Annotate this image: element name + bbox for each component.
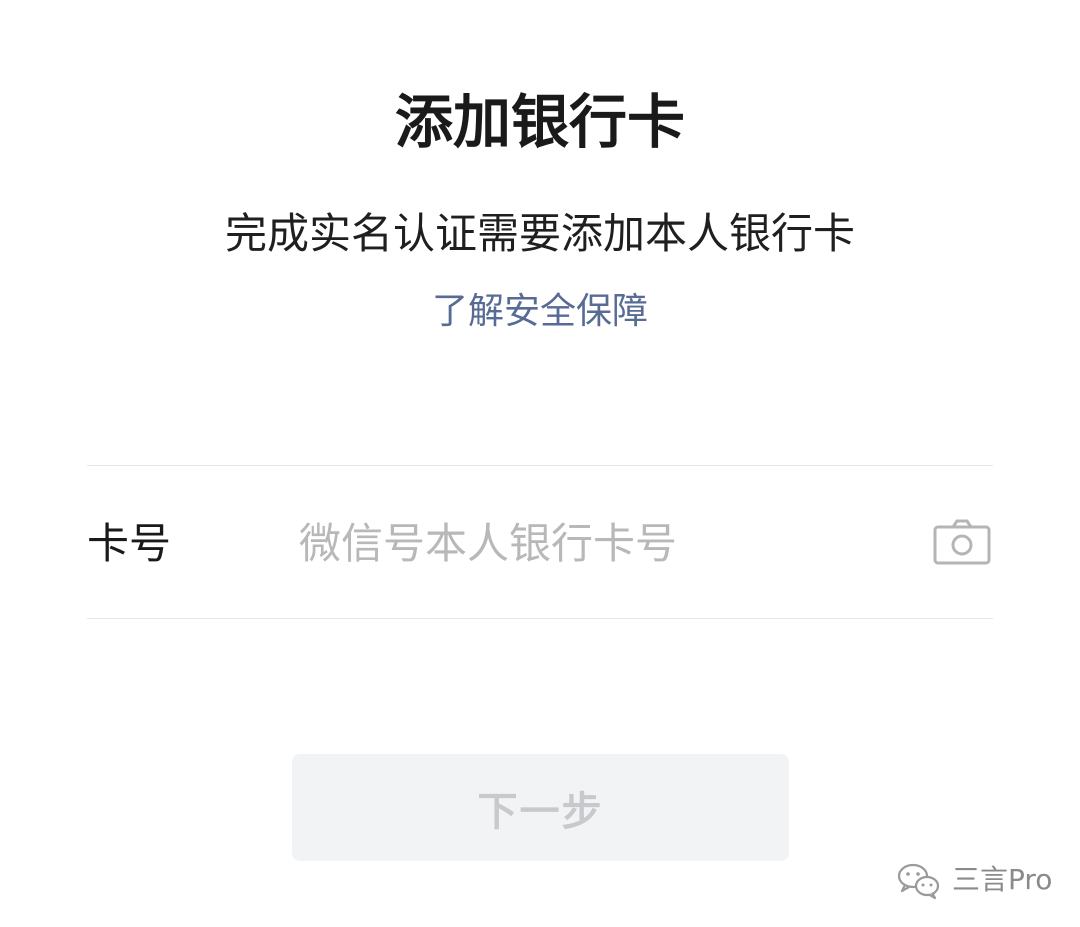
next-step-button[interactable]: 下一步 bbox=[292, 754, 789, 861]
watermark: 三言Pro bbox=[896, 858, 1052, 902]
security-guarantee-link[interactable]: 了解安全保障 bbox=[432, 291, 648, 332]
wechat-icon bbox=[897, 863, 940, 900]
watermark-text: 三言Pro bbox=[952, 863, 1053, 896]
card-number-label: 卡号 bbox=[87, 519, 172, 568]
card-number-input[interactable] bbox=[299, 510, 899, 576]
camera-icon[interactable] bbox=[933, 518, 991, 566]
security-guarantee-link-container: 了解安全保障 bbox=[0, 288, 1080, 336]
card-number-row: 卡号 bbox=[87, 466, 993, 618]
page-subtitle: 完成实名认证需要添加本人银行卡 bbox=[224, 209, 855, 258]
form-divider-bottom bbox=[87, 618, 993, 619]
page-title: 添加银行卡 bbox=[394, 88, 685, 156]
